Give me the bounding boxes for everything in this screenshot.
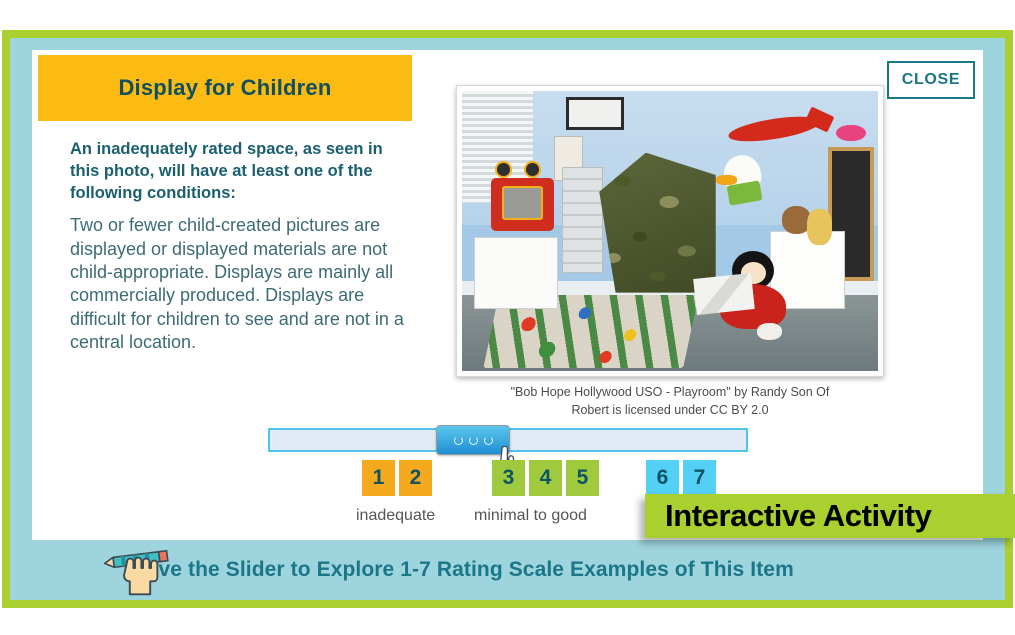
scale-label-inadequate: inadequate <box>356 507 436 524</box>
close-button[interactable]: CLOSE <box>887 61 975 99</box>
photo-caption: "Bob Hope Hollywood USO - Playroom" by R… <box>456 383 884 419</box>
rating-chip[interactable]: 7 <box>683 460 716 496</box>
footer-instruction-text: Move the Slider to Explore 1-7 Rating Sc… <box>128 558 794 581</box>
rating-chip[interactable]: 6 <box>646 460 679 496</box>
body-paragraph: Two or fewer child-created pictures are … <box>70 215 404 353</box>
grip-dot-icon <box>468 435 478 445</box>
interactive-activity-label: Interactive Activity <box>665 498 932 533</box>
page-title: Display for Children <box>118 75 332 100</box>
chip-group-inadequate: 1 2 <box>362 460 432 496</box>
chip-group-minimal-to-good: 3 4 5 <box>492 460 599 496</box>
caption-line-1: "Bob Hope Hollywood USO - Playroom" by R… <box>510 385 830 399</box>
rating-chip[interactable]: 5 <box>566 460 599 496</box>
chip-group-excellent: 6 7 <box>646 460 716 496</box>
photo-frame <box>456 85 884 377</box>
lead-paragraph: An inadequately rated space, as seen in … <box>70 140 383 202</box>
footer-instruction-bar: Move the Slider to Explore 1-7 Rating Sc… <box>32 540 983 600</box>
caption-line-2: Robert is licensed under CC BY 2.0 <box>571 403 769 418</box>
grip-dot-icon <box>453 435 463 445</box>
rating-chip[interactable]: 3 <box>492 460 525 496</box>
playroom-photo <box>462 91 878 371</box>
scale-label-minimal-to-good: minimal to good <box>474 507 587 524</box>
card-title-block: Display for Children <box>38 55 412 121</box>
hand-with-pencil-icon <box>103 549 169 596</box>
rating-chip[interactable]: 1 <box>362 460 395 496</box>
screen: Display for Children CLOSE An inadequate… <box>0 0 1015 635</box>
rating-chip[interactable]: 2 <box>399 460 432 496</box>
close-button-label: CLOSE <box>901 71 961 88</box>
rating-slider[interactable] <box>268 425 748 480</box>
description-block: An inadequately rated space, as seen in … <box>70 139 415 355</box>
grip-dot-icon <box>483 435 493 445</box>
photo-container <box>456 85 884 377</box>
interactive-activity-badge: Interactive Activity <box>645 494 1015 538</box>
rating-chip[interactable]: 4 <box>529 460 562 496</box>
activity-card: Display for Children CLOSE An inadequate… <box>32 50 983 540</box>
